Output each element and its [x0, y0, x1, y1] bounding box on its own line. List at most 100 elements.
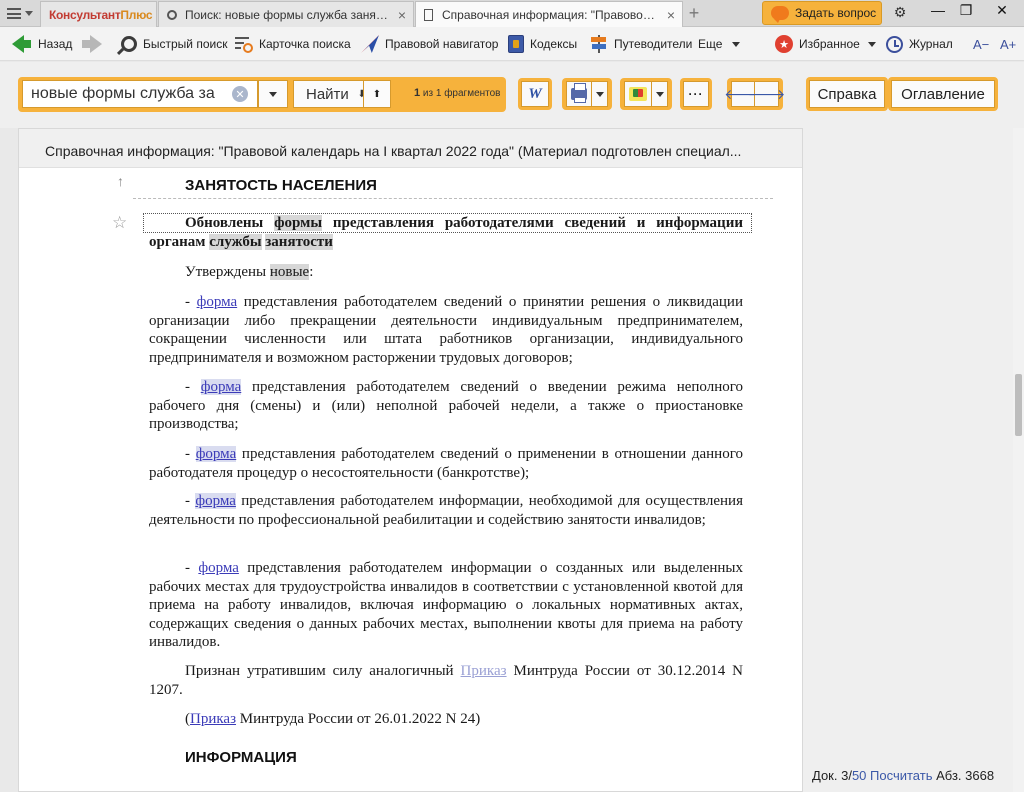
favorites-label: Избранное: [799, 37, 860, 51]
source-paragraph: (Приказ Минтруда России от 26.01.2022 N …: [185, 711, 481, 727]
tab-title: Справочная информация: "Правовой кал: [442, 7, 660, 22]
section-heading: ИНФОРМАЦИЯ: [185, 749, 297, 766]
quick-search-label: Быстрый поиск: [143, 37, 228, 51]
prev-fragment-button[interactable]: ⬆: [363, 80, 391, 108]
arrow-right-icon: 🡒: [747, 85, 786, 102]
form-link[interactable]: форма: [195, 493, 236, 509]
tab-bar: КонсультантПлюс Поиск: новые формы служб…: [0, 0, 1024, 27]
search-history-dropdown[interactable]: [258, 80, 288, 108]
right-panel: [803, 128, 1024, 792]
document-title: Справочная информация: "Правовой календа…: [19, 129, 802, 168]
paragraph-number: Абз. 3668: [936, 768, 995, 783]
doc-total-link[interactable]: 50: [852, 768, 866, 783]
search-row: новые формы служба за ✕ Найти ⬇ ⬆ 1 из 1…: [0, 62, 1024, 128]
clear-search-icon[interactable]: ✕: [232, 86, 248, 102]
count-link[interactable]: Посчитать: [870, 768, 932, 783]
chevron-down-icon: [269, 91, 277, 97]
search-input[interactable]: новые формы служба за: [22, 80, 258, 108]
fragment-counter: 1 из 1 фрагментов: [414, 87, 501, 99]
codexes-button[interactable]: Кодексы: [508, 27, 577, 61]
nav-forward-button[interactable]: 🡒: [748, 81, 785, 107]
favorites-menu[interactable]: ★ Избранное: [775, 27, 876, 61]
main-toolbar: Назад Быстрый поиск Карточка поиска Прав…: [0, 27, 1024, 61]
scroll-up-arrow-icon[interactable]: ↑: [117, 173, 124, 189]
restore-icon[interactable]: ❐: [952, 0, 980, 20]
list-item: - форма представления работодателем свед…: [149, 446, 743, 481]
word-icon: W: [528, 85, 542, 102]
forward-arrow-icon: [82, 35, 102, 53]
quick-search-button[interactable]: Быстрый поиск: [121, 27, 227, 61]
bookmark-star-icon[interactable]: ☆: [112, 213, 127, 233]
journal-button[interactable]: Журнал: [886, 27, 953, 61]
chevron-down-icon: [655, 91, 664, 97]
search-bar: новые формы служба за ✕ Найти ⬇ ⬆ 1 из 1…: [18, 77, 506, 112]
form-link[interactable]: форма: [197, 294, 238, 310]
back-button[interactable]: Назад: [12, 27, 72, 61]
order-link[interactable]: Приказ: [190, 711, 236, 727]
section-divider: [133, 198, 773, 199]
order-link-repealed[interactable]: Приказ: [461, 663, 507, 679]
more-menu[interactable]: Еще: [698, 27, 741, 61]
history-clock-icon: [886, 35, 903, 53]
printer-icon: [571, 83, 587, 103]
codex-icon: [508, 35, 524, 53]
repealed-paragraph: Признан утратившим силу аналогичный Прик…: [149, 663, 743, 698]
doc-index-label: Док. 3/: [812, 768, 852, 783]
approved-line: Утверждены новые:: [185, 264, 314, 280]
more-options-button[interactable]: ···: [680, 78, 712, 110]
ask-question-button[interactable]: Задать вопрос: [762, 1, 882, 25]
close-tab-icon[interactable]: ×: [391, 7, 413, 23]
print-button[interactable]: [562, 78, 612, 110]
arrow-up-icon: ⬆: [372, 88, 382, 100]
forward-button[interactable]: [82, 27, 102, 61]
list-item: - форма представления работодателем инфо…: [149, 560, 743, 650]
form-link[interactable]: форма: [195, 446, 237, 462]
favorites-icon: ★: [775, 35, 793, 53]
list-item: - форма представления работодателем свед…: [149, 379, 743, 432]
guides-label: Путеводители: [614, 37, 693, 51]
search-card-button[interactable]: Карточка поиска: [235, 27, 351, 61]
guides-button[interactable]: Путеводители: [590, 27, 692, 61]
document-tab-icon: [424, 8, 433, 21]
help-button[interactable]: Справка: [806, 77, 888, 111]
search-card-label: Карточка поиска: [259, 37, 351, 51]
new-tab-icon[interactable]: +: [683, 2, 705, 24]
doc-navigation: 🡐 🡒: [724, 78, 785, 110]
close-window-icon[interactable]: ✕: [982, 0, 1022, 20]
main-menu-button[interactable]: [0, 0, 40, 27]
document-viewer: Справочная информация: "Правовой календа…: [18, 128, 803, 792]
signpost-icon: [590, 35, 608, 53]
legal-navigator-button[interactable]: Правовой навигатор: [361, 27, 498, 61]
tab-search[interactable]: Поиск: новые формы служба занятости ×: [158, 1, 414, 27]
font-smaller-button[interactable]: A−: [973, 27, 989, 61]
list-item: - форма представления работодателем свед…: [149, 294, 743, 366]
more-label: Еще: [698, 37, 723, 51]
export-word-button[interactable]: W: [518, 78, 552, 110]
highlight-button[interactable]: [620, 78, 672, 110]
chevron-down-icon: [867, 41, 876, 47]
scrollbar-thumb[interactable]: [1015, 374, 1022, 436]
navigator-icon: [361, 35, 379, 53]
form-link[interactable]: форма: [200, 379, 242, 395]
search-tab-icon: [167, 9, 177, 20]
font-larger-button[interactable]: A+: [1000, 27, 1016, 61]
document-body[interactable]: ↑ ЗАНЯТОСТЬ НАСЕЛЕНИЯ ☆ Обновлены формы …: [19, 169, 802, 792]
highlighter-icon: [629, 87, 647, 101]
news-title: Обновлены формы представления работодате…: [149, 215, 743, 250]
chat-bubble-icon: [771, 6, 789, 23]
search-icon: [121, 36, 137, 52]
tab-document[interactable]: Справочная информация: "Правовой кал ×: [415, 1, 683, 27]
tab-home[interactable]: КонсультантПлюс: [40, 1, 157, 27]
contents-label: Оглавление: [891, 80, 995, 108]
form-link[interactable]: форма: [198, 560, 239, 576]
status-bar: Док. 3/50 Посчитать Абз. 3668: [812, 768, 994, 783]
contents-button[interactable]: Оглавление: [888, 77, 998, 111]
vertical-scrollbar[interactable]: [1013, 128, 1024, 792]
minimize-icon[interactable]: —: [924, 0, 952, 20]
hamburger-icon: [7, 8, 21, 19]
consultant-logo: КонсультантПлюс: [49, 7, 153, 22]
close-tab-icon[interactable]: ×: [660, 7, 682, 23]
chevron-down-icon: [732, 41, 741, 47]
settings-icon[interactable]: ⚙: [888, 0, 912, 24]
back-arrow-icon: [12, 35, 31, 53]
